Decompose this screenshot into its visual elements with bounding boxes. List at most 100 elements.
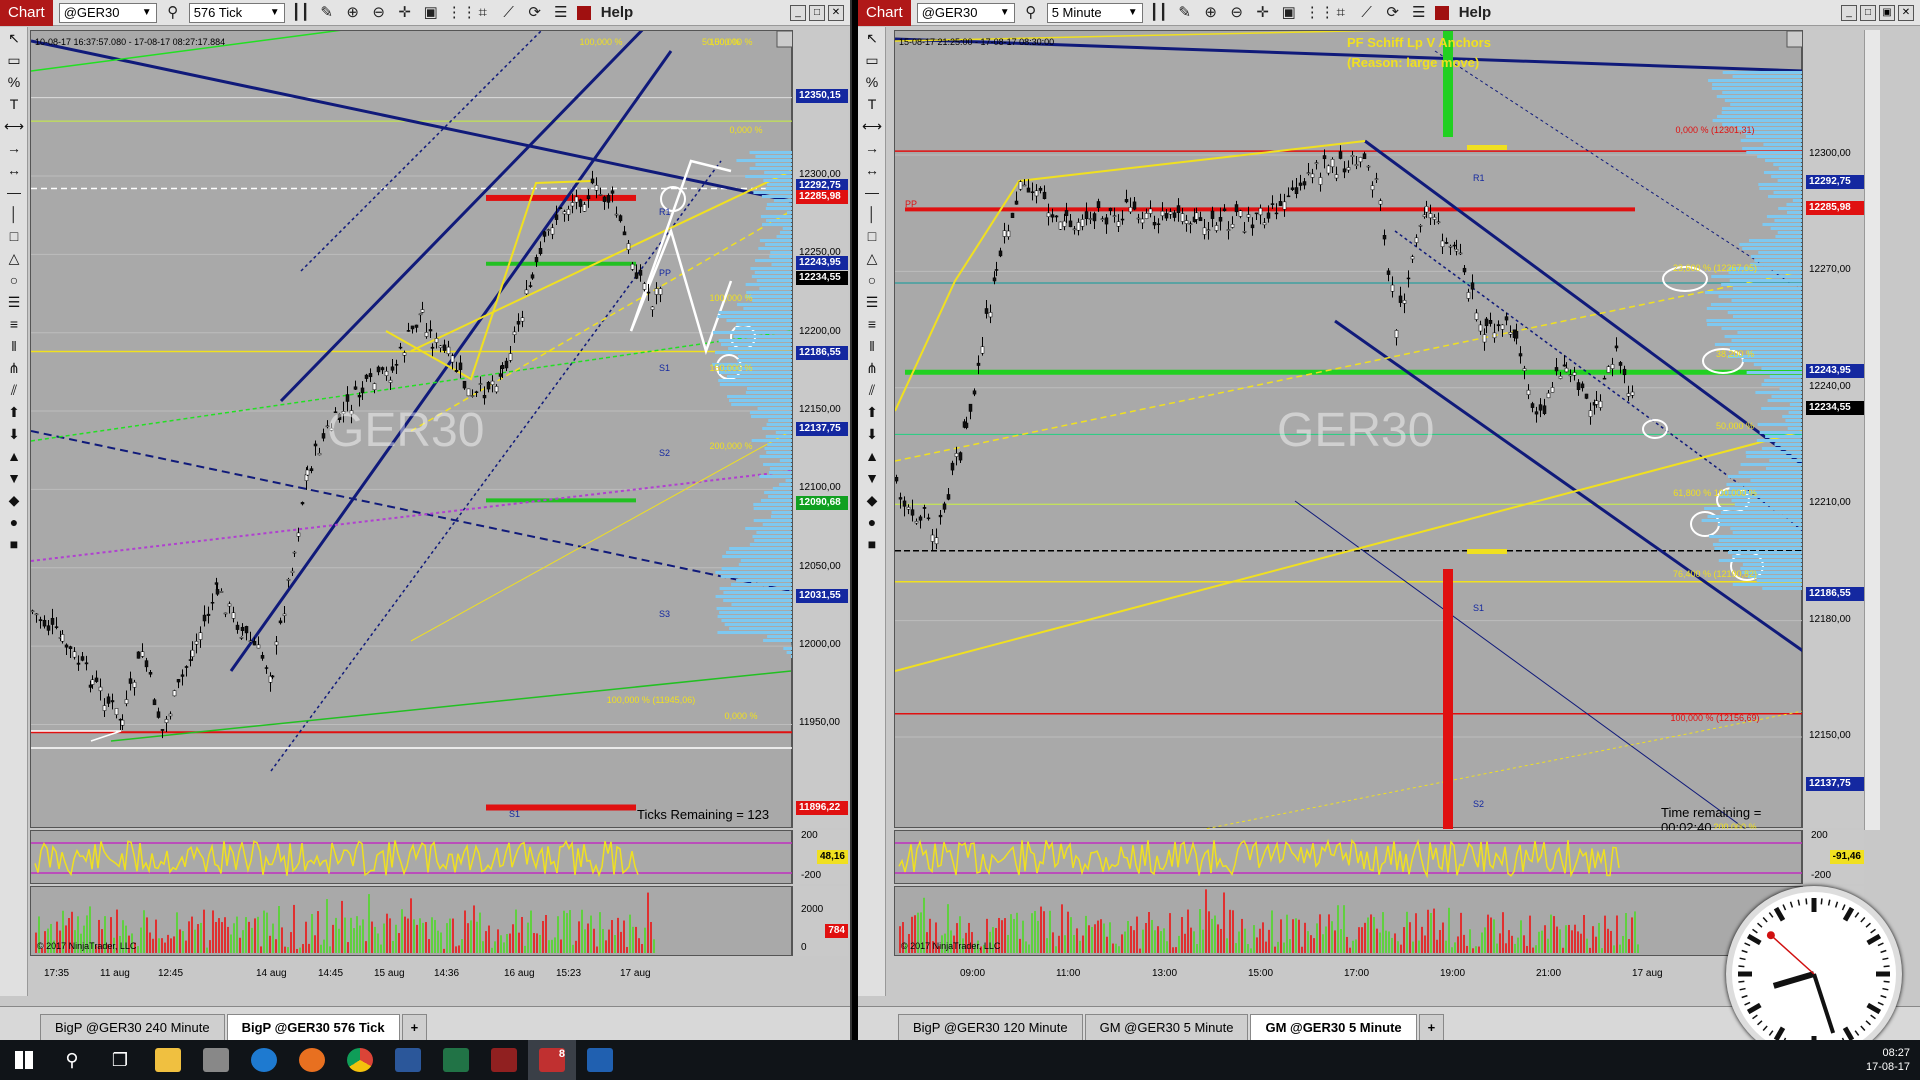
list-icon[interactable]: ☰	[551, 3, 571, 23]
zoom-in-icon[interactable]: ⊕	[343, 3, 363, 23]
tab-240-minute[interactable]: BigP @GER30 240 Minute	[40, 1014, 225, 1040]
file-explorer-icon[interactable]	[144, 1040, 192, 1080]
indicators-icon[interactable]: ⋮⋮	[1305, 3, 1335, 23]
extended-line-icon[interactable]: ↔	[0, 159, 28, 181]
rectangle-icon[interactable]: □	[858, 225, 886, 247]
right-scrollbar[interactable]	[1864, 30, 1880, 830]
ellipse-icon[interactable]: ○	[858, 269, 886, 291]
reload-icon[interactable]: ⟳	[525, 3, 545, 23]
properties-icon[interactable]: ▣	[421, 3, 441, 23]
pointer-icon[interactable]: ↖	[0, 27, 28, 49]
task-view-icon[interactable]: ❐	[96, 1040, 144, 1080]
system-clock[interactable]: 08:27 17-08-17	[1866, 1046, 1910, 1074]
chrome-icon[interactable]	[336, 1040, 384, 1080]
arrow-down-icon[interactable]: ⬇	[858, 423, 886, 445]
properties-icon[interactable]: ▣	[1279, 3, 1299, 23]
windows-start-icon[interactable]	[0, 1040, 48, 1080]
bars-icon[interactable]: ┃┃	[291, 3, 311, 23]
zoom-out-icon[interactable]: ⊖	[369, 3, 389, 23]
arrow-up-icon[interactable]: ⬆	[858, 401, 886, 423]
crosshair-icon[interactable]: ✛	[1253, 3, 1273, 23]
firefox-icon[interactable]	[288, 1040, 336, 1080]
add-tab-button[interactable]: +	[401, 1014, 428, 1040]
pencil-icon[interactable]: ✎	[1175, 3, 1195, 23]
maximize-button[interactable]: □	[1860, 4, 1876, 21]
text-icon[interactable]: T	[0, 93, 28, 115]
ninjatrader-icon[interactable]: 8	[528, 1040, 576, 1080]
horizontal-line-icon[interactable]: —	[858, 181, 886, 203]
restore-button[interactable]: ▣	[1879, 4, 1895, 21]
triangle-icon[interactable]: △	[0, 247, 28, 269]
fib-extension-icon[interactable]: ≡	[858, 313, 886, 335]
triangle-down-icon[interactable]: ▼	[858, 467, 886, 489]
square-icon[interactable]: ■	[858, 533, 886, 555]
help-icon[interactable]	[576, 5, 591, 20]
maximize-button[interactable]: □	[809, 4, 825, 21]
list-icon[interactable]: ☰	[1409, 3, 1429, 23]
line-icon[interactable]: ⟷	[0, 115, 28, 137]
dot-icon[interactable]: ●	[0, 511, 28, 533]
close-button[interactable]: ✕	[1898, 4, 1914, 21]
line-icon[interactable]: ⟷	[858, 115, 886, 137]
gann-fan-icon[interactable]: ⫽	[858, 379, 886, 401]
fib-retracement-icon[interactable]: ☰	[858, 291, 886, 313]
search-icon[interactable]: ⚲	[48, 1040, 96, 1080]
fib-time-icon[interactable]: ‖	[858, 335, 886, 357]
left-price-panel[interactable]: 100,000 % 50,000 % 150,000 % 0,000 % 100,000…	[30, 0, 794, 828]
store-icon[interactable]	[192, 1040, 240, 1080]
strategies-icon[interactable]: ⌗	[473, 3, 493, 23]
zoom-in-icon[interactable]: ⊕	[1201, 3, 1221, 23]
square-icon[interactable]: ■	[0, 533, 28, 555]
risk-reward-icon[interactable]: %	[0, 71, 28, 93]
app-icon[interactable]	[480, 1040, 528, 1080]
tab-576-tick[interactable]: BigP @GER30 576 Tick	[226, 1014, 400, 1040]
andrews-pitchfork-icon[interactable]: ⋔	[858, 357, 886, 379]
interval-selector[interactable]: 5 Minute ▼	[1046, 2, 1143, 23]
add-tab-button[interactable]: +	[1418, 1014, 1445, 1040]
arrow-down-icon[interactable]: ⬇	[0, 423, 28, 445]
tab-120-minute[interactable]: BigP @GER30 120 Minute	[898, 1014, 1083, 1040]
zoom-out-icon[interactable]: ⊖	[1227, 3, 1247, 23]
ray-icon[interactable]: →	[0, 137, 28, 159]
tab-gm-5-minute[interactable]: GM @GER30 5 Minute	[1084, 1014, 1249, 1040]
ruler-icon[interactable]: ▭	[0, 49, 28, 71]
triangle-icon[interactable]: △	[858, 247, 886, 269]
excel-icon[interactable]	[432, 1040, 480, 1080]
ruler-icon[interactable]: ▭	[858, 49, 886, 71]
bars-icon[interactable]: ┃┃	[1149, 3, 1169, 23]
help-icon[interactable]	[1434, 5, 1449, 20]
vertical-line-icon[interactable]: │	[858, 203, 886, 225]
triangle-up-icon[interactable]: ▲	[0, 445, 28, 467]
ellipse-icon[interactable]: ○	[0, 269, 28, 291]
left-price-axis[interactable]: 12300,00 12250,00 12200,00 12150,00 12100,00…	[792, 30, 848, 828]
crosshair-icon[interactable]: ✛	[395, 3, 415, 23]
interval-selector[interactable]: 576 Tick ▼	[188, 2, 285, 23]
vertical-line-icon[interactable]: │	[0, 203, 28, 225]
fib-time-icon[interactable]: ‖	[0, 335, 28, 357]
gann-fan-icon[interactable]: ⫽	[0, 379, 28, 401]
rectangle-icon[interactable]: □	[0, 225, 28, 247]
indicators-icon[interactable]: ⋮⋮	[447, 3, 477, 23]
search-icon[interactable]: ⚲	[163, 3, 183, 23]
close-button[interactable]: ✕	[828, 4, 844, 21]
pointer-icon[interactable]: ↖	[858, 27, 886, 49]
arrow-up-icon[interactable]: ⬆	[0, 401, 28, 423]
drawing-tools-icon[interactable]: ⟋	[1357, 3, 1377, 23]
help-menu[interactable]: Help	[1459, 4, 1492, 21]
help-menu[interactable]: Help	[601, 4, 634, 21]
extended-line-icon[interactable]: ↔	[858, 159, 886, 181]
text-icon[interactable]: T	[858, 93, 886, 115]
fib-retracement-icon[interactable]: ☰	[0, 291, 28, 313]
instrument-selector[interactable]: @GER30 ▼	[58, 2, 157, 23]
ray-icon[interactable]: →	[858, 137, 886, 159]
horizontal-line-icon[interactable]: —	[0, 181, 28, 203]
tab-gm-5-minute-active[interactable]: GM @GER30 5 Minute	[1250, 1014, 1417, 1040]
diamond-icon[interactable]: ◆	[0, 489, 28, 511]
dot-icon[interactable]: ●	[858, 511, 886, 533]
right-price-axis[interactable]: 12300,00 12270,00 12240,00 12210,00 12180,00…	[1802, 30, 1864, 828]
minimize-button[interactable]: _	[790, 4, 806, 21]
triangle-down-icon[interactable]: ▼	[0, 467, 28, 489]
reload-icon[interactable]: ⟳	[1383, 3, 1403, 23]
word-icon[interactable]	[384, 1040, 432, 1080]
andrews-pitchfork-icon[interactable]: ⋔	[0, 357, 28, 379]
